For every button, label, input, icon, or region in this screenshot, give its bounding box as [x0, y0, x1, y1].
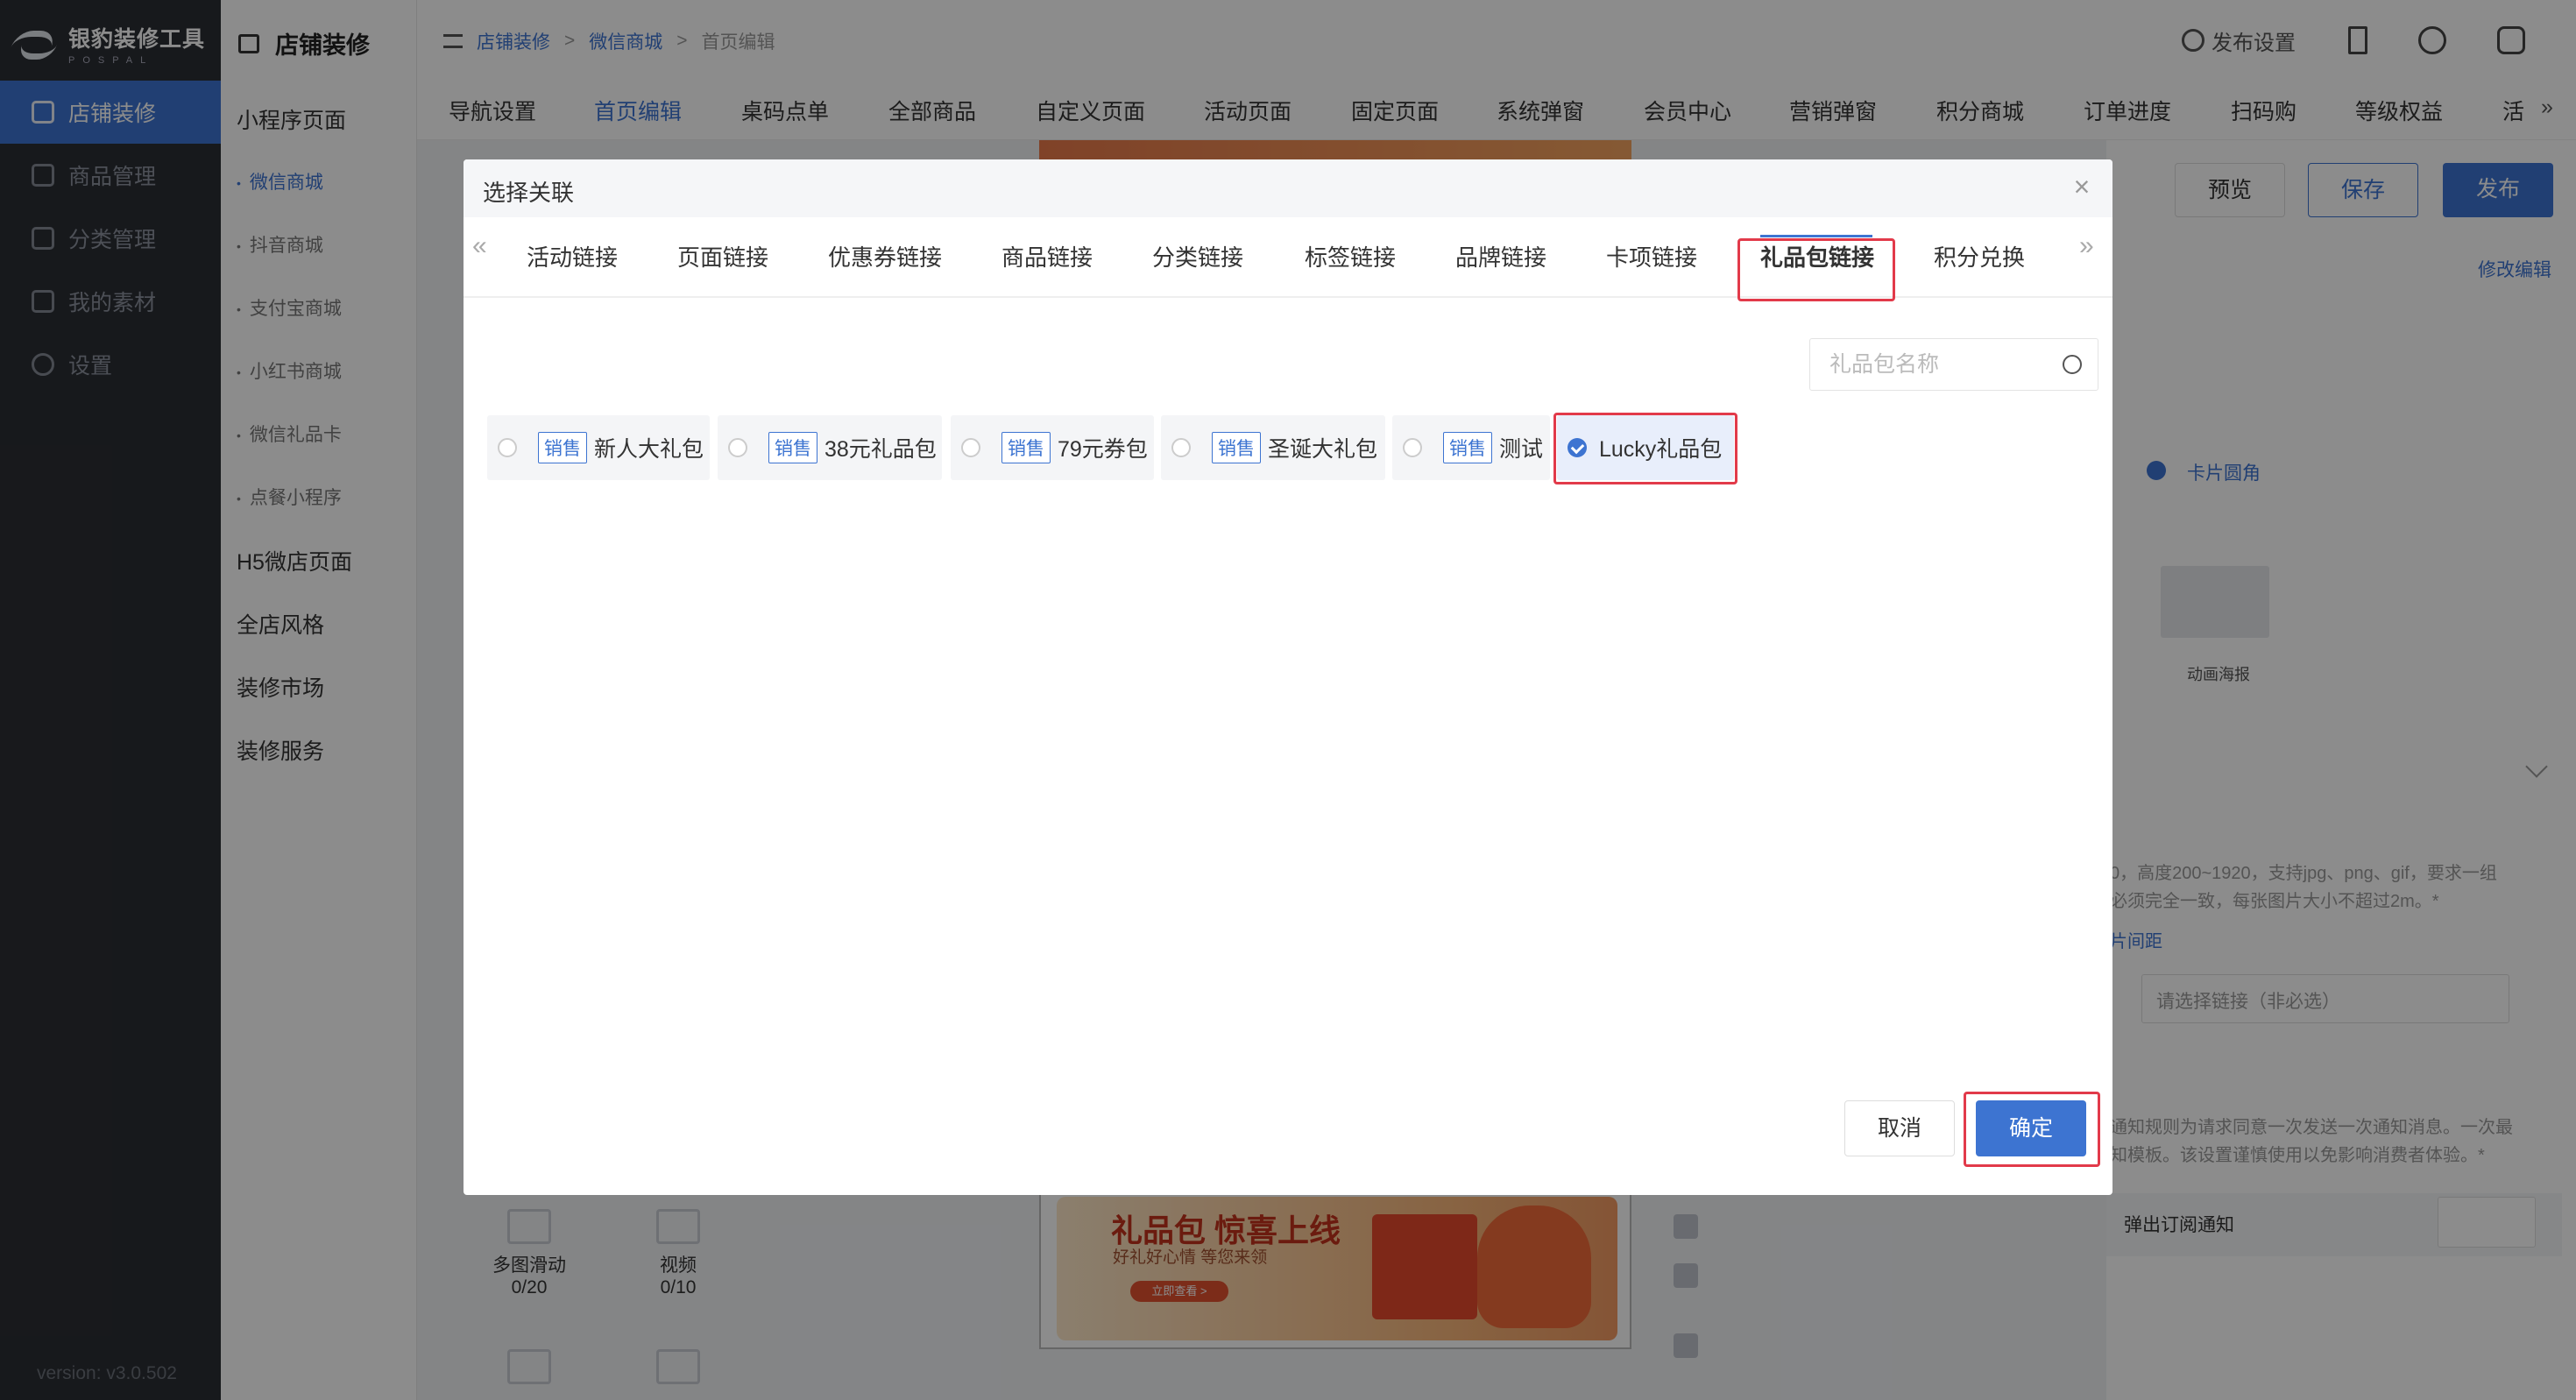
tab-category-link[interactable]: 分类链接	[1152, 240, 1243, 272]
sale-tag: 销售	[1443, 432, 1492, 463]
chevron-right-icon[interactable]: »	[2079, 231, 2094, 261]
tab-page-link[interactable]: 页面链接	[677, 240, 768, 272]
active-tab-indicator	[1760, 235, 1872, 237]
dialog-header: 选择关联 ×	[464, 159, 2112, 217]
dialog-title: 选择关联	[483, 180, 575, 206]
sale-tag: 销售	[1001, 432, 1051, 463]
gift-option[interactable]: 销售 新人大礼包	[487, 415, 710, 480]
highlight-box-tab	[1737, 238, 1895, 301]
search-icon[interactable]	[2063, 355, 2082, 374]
gift-option-name: 38元礼品包	[824, 437, 937, 462]
radio[interactable]	[1171, 438, 1191, 457]
cancel-button[interactable]: 取消	[1844, 1100, 1955, 1156]
radio[interactable]	[498, 438, 517, 457]
tab-activity-link[interactable]: 活动链接	[527, 240, 618, 272]
tab-tag-link[interactable]: 标签链接	[1305, 240, 1396, 272]
gift-option-name: 新人大礼包	[594, 437, 704, 462]
sale-tag: 销售	[538, 432, 587, 463]
tab-card-link[interactable]: 卡项链接	[1606, 240, 1697, 272]
highlight-box-option	[1553, 413, 1737, 484]
gift-option[interactable]: 销售 测试	[1392, 415, 1550, 480]
radio[interactable]	[961, 438, 980, 457]
gift-option[interactable]: 销售 79元券包	[951, 415, 1154, 480]
chevron-left-icon[interactable]: «	[472, 231, 487, 261]
gift-package-search	[1809, 338, 2098, 391]
tab-coupon-link[interactable]: 优惠券链接	[828, 240, 942, 272]
sale-tag: 销售	[1212, 432, 1261, 463]
gift-option-name: 测试	[1499, 437, 1544, 462]
gift-option-name: 圣诞大礼包	[1268, 437, 1378, 462]
tab-brand-link[interactable]: 品牌链接	[1455, 240, 1546, 272]
radio[interactable]	[728, 438, 747, 457]
radio[interactable]	[1403, 438, 1422, 457]
close-icon[interactable]: ×	[2069, 173, 2095, 201]
tab-points-exchange[interactable]: 积分兑换	[1934, 240, 2025, 272]
search-input[interactable]	[1829, 351, 2057, 378]
tab-product-link[interactable]: 商品链接	[1001, 240, 1093, 272]
gift-option[interactable]: 销售 圣诞大礼包	[1161, 415, 1385, 480]
gift-option[interactable]: 销售 38元礼品包	[718, 415, 942, 480]
sale-tag: 销售	[768, 432, 817, 463]
select-link-dialog: 选择关联 × « 活动链接 页面链接 优惠券链接 商品链接 分类链接 标签链接 …	[464, 159, 2112, 1195]
highlight-box-confirm	[1964, 1092, 2100, 1167]
gift-option-name: 79元券包	[1058, 437, 1148, 462]
